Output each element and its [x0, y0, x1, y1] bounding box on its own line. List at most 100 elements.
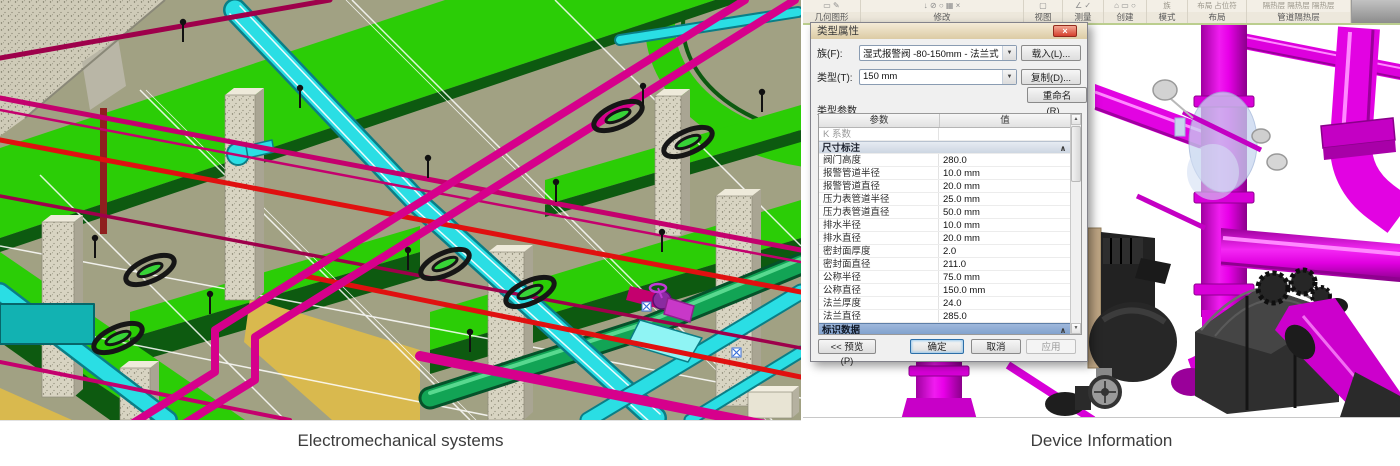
ribbon-group[interactable]: 布局 占位符布局 [1188, 0, 1247, 23]
param-value[interactable]: 20.0 mm [939, 232, 1070, 244]
ribbon-group-icons: ↓ ⊘ ○ ▦ × [861, 0, 1023, 12]
section-title: 尺寸标注 [819, 142, 1056, 153]
type-params-table-body: K 系数尺寸标注∧阀门高度280.0报警管道半径10.0 mm报警管道直径20.… [819, 128, 1070, 334]
type-label: 类型(T): [817, 69, 859, 84]
param-value[interactable]: 25.0 mm [939, 193, 1070, 205]
ribbon-group-icons: ▢ [1024, 0, 1062, 12]
param-value[interactable]: 280.0 [939, 154, 1070, 166]
screenshot-stage: ▭ ✎几何图形↓ ⊘ ○ ▦ ×修改▢视图∠ ✓测量⌂ ▭ ○创建族模式布局 占… [0, 0, 1400, 466]
ribbon-group[interactable]: ↓ ⊘ ○ ▦ ×修改 [861, 0, 1024, 23]
param-name: 公称半径 [819, 271, 939, 283]
ribbon-group-label[interactable]: 布局 [1188, 12, 1246, 23]
scrollbar-thumb[interactable] [1071, 126, 1081, 182]
scroll-up-icon[interactable]: ▲ [1071, 114, 1081, 125]
scroll-down-icon[interactable]: ▼ [1071, 323, 1081, 334]
param-row[interactable]: 公称半径75.0 mm [819, 271, 1070, 284]
rename-button[interactable]: 重命名(R)... [1027, 87, 1087, 103]
chevron-down-icon[interactable]: ▼ [1002, 70, 1016, 84]
param-row[interactable]: 压力表管道半径25.0 mm [819, 193, 1070, 206]
param-row[interactable]: 排水半径10.0 mm [819, 219, 1070, 232]
param-value[interactable]: 10.0 mm [939, 167, 1070, 179]
param-name: 法兰直径 [819, 310, 939, 322]
ok-button[interactable]: 确定 [910, 339, 964, 354]
param-value[interactable]: 24.0 [939, 297, 1070, 309]
ribbon-filler [1351, 0, 1400, 23]
ribbon-group-icons: ▭ ✎ [803, 0, 860, 12]
table-header: 参数 值 [819, 114, 1081, 128]
ribbon-group-icons: ⌂ ▭ ○ [1104, 0, 1146, 12]
ribbon-group[interactable]: 隔热层 隔热层 隔热层管道隔热层 [1247, 0, 1351, 23]
param-name: 报警管道直径 [819, 180, 939, 192]
param-name: 公称直径 [819, 284, 939, 296]
param-row[interactable]: 阀门高度280.0 [819, 154, 1070, 167]
param-value[interactable]: 285.0 [939, 310, 1070, 322]
dialog-body: 族(F): 湿式报警阀 -80-150mm - 法兰式 ▼ 载入(L)... 类… [811, 39, 1087, 363]
type-params-table: 参数 值 K 系数尺寸标注∧阀门高度280.0报警管道半径10.0 mm报警管道… [818, 113, 1082, 335]
right-app-panel: ▭ ✎几何图形↓ ⊘ ○ ▦ ×修改▢视图∠ ✓测量⌂ ▭ ○创建族模式布局 占… [803, 0, 1400, 420]
param-row[interactable]: 报警管道直径20.0 mm [819, 180, 1070, 193]
family-value: 湿式报警阀 -80-150mm - 法兰式 [860, 46, 1002, 60]
ribbon-group-label[interactable]: 创建 [1104, 12, 1146, 23]
apply-button: 应用 [1026, 339, 1076, 354]
ribbon-group[interactable]: 族模式 [1147, 0, 1188, 23]
param-row[interactable]: 法兰厚度24.0 [819, 297, 1070, 310]
section-row[interactable]: 标识数据∧ [819, 323, 1070, 335]
type-value: 150 mm [860, 71, 1002, 82]
ribbon-group[interactable]: ▢视图 [1024, 0, 1063, 23]
param-value[interactable]: 75.0 mm [939, 271, 1070, 283]
param-value[interactable]: 211.0 [939, 258, 1070, 270]
ribbon-group-label[interactable]: 模式 [1147, 12, 1187, 23]
chevron-down-icon[interactable]: ▼ [1002, 46, 1016, 60]
param-name: 排水半径 [819, 219, 939, 231]
param-row[interactable]: 压力表管道直径50.0 mm [819, 206, 1070, 219]
close-icon[interactable]: × [1053, 25, 1077, 37]
section-row[interactable]: 尺寸标注∧ [819, 141, 1070, 154]
cancel-button[interactable]: 取消 [971, 339, 1021, 354]
ribbon-group[interactable]: ▭ ✎几何图形 [803, 0, 861, 23]
type-row: 类型(T): 150 mm ▼ 复制(D)... [817, 68, 1081, 85]
dialog-title: 类型属性 [817, 25, 859, 37]
left-3d-viewport[interactable] [0, 0, 801, 421]
param-name: 压力表管道半径 [819, 193, 939, 205]
ribbon-group[interactable]: ∠ ✓测量 [1063, 0, 1104, 23]
param-name: 报警管道半径 [819, 167, 939, 179]
section-title: 标识数据 [819, 324, 1056, 335]
left-3d-scene [0, 0, 801, 420]
param-name: 压力表管道直径 [819, 206, 939, 218]
param-row[interactable]: 密封面厚度2.0 [819, 245, 1070, 258]
param-name: 密封面直径 [819, 258, 939, 270]
param-row[interactable]: 法兰直径285.0 [819, 310, 1070, 323]
ribbon-group[interactable]: ⌂ ▭ ○创建 [1104, 0, 1147, 23]
table-scrollbar[interactable]: ▲ ▼ [1070, 114, 1081, 334]
collapse-icon[interactable]: ∧ [1056, 142, 1070, 153]
param-column-header: 参数 [819, 114, 940, 127]
param-row[interactable]: 密封面直径211.0 [819, 258, 1070, 271]
collapse-icon[interactable]: ∧ [1056, 324, 1070, 335]
param-value[interactable]: 2.0 [939, 245, 1070, 257]
duplicate-button[interactable]: 复制(D)... [1021, 69, 1081, 85]
param-row[interactable]: 公称直径150.0 mm [819, 284, 1070, 297]
param-value[interactable] [939, 128, 1070, 140]
ribbon-mini-labels: 隔热层 隔热层 隔热层 [1247, 0, 1350, 12]
value-column-header: 值 [940, 114, 1070, 127]
param-value[interactable]: 50.0 mm [939, 206, 1070, 218]
preview-button[interactable]: << 预览(P) [818, 339, 876, 354]
dialog-titlebar[interactable]: 类型属性 × [811, 23, 1087, 39]
param-value[interactable]: 150.0 mm [939, 284, 1070, 296]
ribbon-mini-labels: 族 [1147, 0, 1187, 12]
param-row[interactable]: 报警管道半径10.0 mm [819, 167, 1070, 180]
load-button[interactable]: 载入(L)... [1021, 45, 1081, 61]
type-dropdown[interactable]: 150 mm ▼ [859, 69, 1017, 85]
caption-left: Electromechanical systems [0, 428, 801, 454]
param-value[interactable]: 20.0 mm [939, 180, 1070, 192]
type-properties-dialog: 类型属性 × 族(F): 湿式报警阀 -80-150mm - 法兰式 ▼ 载入(… [810, 22, 1088, 362]
caption-right: Device Information [803, 428, 1400, 454]
param-row[interactable]: 排水直径20.0 mm [819, 232, 1070, 245]
param-row[interactable]: K 系数 [819, 128, 1070, 141]
ribbon-group-label[interactable]: 管道隔热层 [1247, 12, 1350, 23]
param-value[interactable]: 10.0 mm [939, 219, 1070, 231]
param-name: 阀门高度 [819, 154, 939, 166]
family-dropdown[interactable]: 湿式报警阀 -80-150mm - 法兰式 ▼ [859, 45, 1017, 61]
param-name: 排水直径 [819, 232, 939, 244]
family-label: 族(F): [817, 45, 859, 60]
